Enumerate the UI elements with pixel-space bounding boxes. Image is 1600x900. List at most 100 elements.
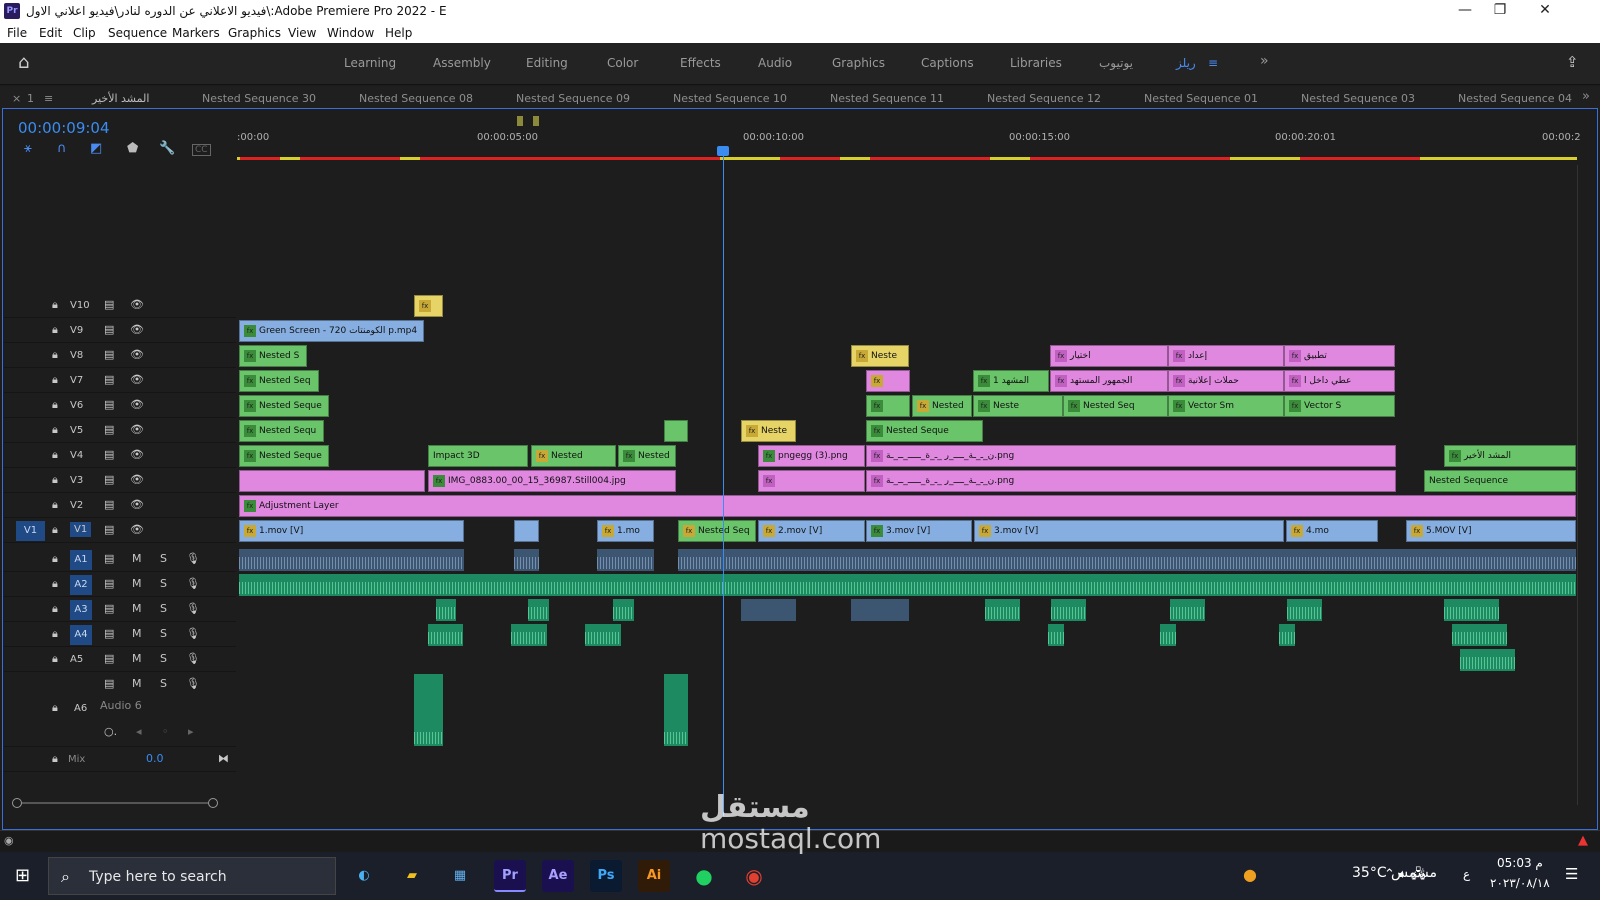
source-patch-v1[interactable]: V1: [16, 521, 45, 541]
clip[interactable]: fx المشد الأخير: [1444, 445, 1576, 467]
audio-clip[interactable]: [1452, 624, 1507, 646]
audio-clip[interactable]: [1051, 599, 1086, 621]
sync-icon[interactable]: ▤: [104, 498, 114, 511]
mic-icon[interactable]: 🎙︎: [186, 677, 200, 690]
next-keyframe-icon[interactable]: ▸: [188, 725, 194, 738]
menu-sequence[interactable]: Sequence: [108, 26, 167, 40]
audio-clip[interactable]: [239, 549, 464, 571]
clock-time[interactable]: 05:03 م: [1497, 856, 1543, 870]
clip[interactable]: [514, 520, 539, 542]
mute-button[interactable]: M: [132, 652, 142, 665]
clip[interactable]: fx 2.mov [V]: [758, 520, 865, 542]
mic-icon[interactable]: 🎙︎: [186, 627, 200, 640]
mute-button[interactable]: M: [132, 677, 142, 690]
menu-clip[interactable]: Clip: [73, 26, 96, 40]
clip[interactable]: [664, 420, 688, 442]
menu-help[interactable]: Help: [385, 26, 412, 40]
lock-icon[interactable]: 🔒︎: [52, 627, 58, 641]
sync-icon[interactable]: ▤: [104, 552, 114, 565]
audio-clip[interactable]: [985, 599, 1020, 621]
audio-clip[interactable]: [428, 624, 463, 646]
sync-icon[interactable]: ▤: [104, 448, 114, 461]
audio-clip[interactable]: [678, 549, 1576, 571]
tab-sequence-30[interactable]: Nested Sequence 30: [202, 92, 316, 105]
snap-icon[interactable]: ∩: [57, 141, 67, 156]
file-explorer-icon[interactable]: ▰: [396, 860, 428, 892]
lock-icon[interactable]: 🔒︎: [52, 602, 58, 616]
illustrator-taskbar-icon[interactable]: Ai: [638, 860, 670, 892]
mic-icon[interactable]: 🎙︎: [186, 552, 200, 565]
eye-icon[interactable]: 👁︎: [130, 348, 144, 361]
audio-clip[interactable]: [514, 549, 539, 571]
eye-icon[interactable]: 👁︎: [130, 423, 144, 436]
audio-clip[interactable]: [1444, 599, 1499, 621]
audio-clip[interactable]: [511, 624, 547, 646]
clip[interactable]: fx ن_ـ_ـة_ــــ_ر _ـ_ة_ـــــ_ــ_ـة.png: [866, 445, 1396, 467]
clip[interactable]: fx Nested: [531, 445, 616, 467]
mute-button[interactable]: M: [132, 552, 142, 565]
store-icon[interactable]: ▦: [444, 860, 476, 892]
clip[interactable]: fx 1.mov [V]: [239, 520, 464, 542]
audio-clip[interactable]: [613, 599, 634, 621]
solo-button[interactable]: S: [160, 577, 167, 590]
solo-button[interactable]: S: [160, 652, 167, 665]
clip[interactable]: Nested Sequence: [1424, 470, 1576, 492]
menu-markers[interactable]: Markers: [172, 26, 220, 40]
workspace-assembly[interactable]: Assembly: [433, 56, 491, 70]
clip[interactable]: fx إعداد: [1168, 345, 1284, 367]
lock-icon[interactable]: 🔒︎: [52, 701, 58, 715]
clip[interactable]: fx Nested Seque: [866, 420, 983, 442]
clip[interactable]: fx Neste: [973, 395, 1063, 417]
audio-clip[interactable]: [851, 599, 909, 621]
lock-icon[interactable]: 🔒︎: [52, 473, 58, 487]
sync-icon[interactable]: ▤: [104, 652, 114, 665]
sync-icon[interactable]: ▤: [104, 677, 114, 690]
tab-sequence-01[interactable]: Nested Sequence 01: [1144, 92, 1258, 105]
clip[interactable]: fx Nested Seq: [1063, 395, 1168, 417]
tab-sequence-12[interactable]: Nested Sequence 12: [987, 92, 1101, 105]
playhead-handle[interactable]: [717, 146, 729, 156]
out-marker-icon[interactable]: [533, 116, 539, 126]
solo-button[interactable]: S: [160, 677, 167, 690]
lock-icon[interactable]: 🔒︎: [52, 373, 58, 387]
warning-icon[interactable]: ▲: [1578, 833, 1588, 848]
track-label[interactable]: A2: [70, 575, 92, 595]
clip[interactable]: fx Nested Seq: [239, 370, 319, 392]
sync-icon[interactable]: ▤: [104, 373, 114, 386]
clip[interactable]: fx 4.mo: [1286, 520, 1378, 542]
tab-sequence-11[interactable]: Nested Sequence 11: [830, 92, 944, 105]
clip[interactable]: fx: [758, 470, 865, 492]
sync-icon[interactable]: ▤: [104, 473, 114, 486]
tab-sequence-09[interactable]: Nested Sequence 09: [516, 92, 630, 105]
add-marker-icon[interactable]: ⬟: [127, 141, 138, 156]
lock-icon[interactable]: 🔒︎: [52, 298, 58, 312]
time-ruler[interactable]: :00:00 00:00:05:00 00:00:10:00 00:00:15:…: [237, 130, 1581, 160]
lock-icon[interactable]: 🔒︎: [52, 448, 58, 462]
solo-button[interactable]: S: [160, 627, 167, 640]
sync-icon[interactable]: ▤: [104, 398, 114, 411]
audio-clip[interactable]: [741, 599, 796, 621]
clip[interactable]: fx ن_ـ_ـة_ــــ_ر _ـ_ة_ـــــ_ــ_ـة.png: [866, 470, 1396, 492]
clip[interactable]: fx: [866, 395, 910, 417]
maximize-icon[interactable]: ❐: [1480, 2, 1520, 22]
more-workspaces-icon[interactable]: »: [1260, 53, 1269, 69]
audio-clip[interactable]: [664, 674, 688, 746]
eye-icon[interactable]: 👁︎: [130, 298, 144, 311]
clip[interactable]: fx الجمهور المستهد: [1050, 370, 1168, 392]
audio-clip[interactable]: [1279, 624, 1295, 646]
mute-button[interactable]: M: [132, 577, 142, 590]
insert-nest-icon[interactable]: ⚹: [24, 141, 32, 156]
sync-icon[interactable]: ▤: [104, 627, 114, 640]
minimize-icon[interactable]: —: [1445, 2, 1485, 22]
menu-graphics[interactable]: Graphics: [228, 26, 281, 40]
add-keyframe-icon[interactable]: ◦: [162, 725, 169, 738]
in-marker-icon[interactable]: [517, 116, 523, 126]
panel-menu-icon[interactable]: ≡: [44, 92, 53, 105]
lock-icon[interactable]: 🔒︎: [52, 498, 58, 512]
clip[interactable]: fx pngegg (3).png: [758, 445, 865, 467]
sync-icon[interactable]: ▤: [104, 423, 114, 436]
eye-icon[interactable]: 👁︎: [130, 448, 144, 461]
workspace-captions[interactable]: Captions: [921, 56, 974, 70]
tab-sequence-03[interactable]: Nested Sequence 03: [1301, 92, 1415, 105]
audio-clip[interactable]: [528, 599, 549, 621]
